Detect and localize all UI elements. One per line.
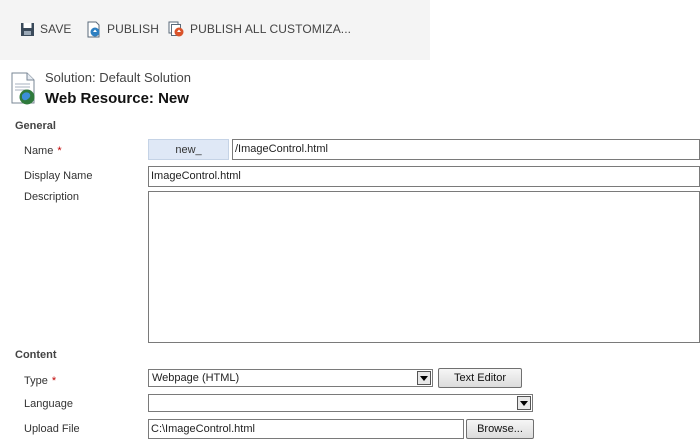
type-select[interactable]: Webpage (HTML) [148,369,433,387]
name-prefix: new_ [148,139,229,160]
save-button[interactable]: SAVE [20,18,72,40]
publish-all-button[interactable]: PUBLISH ALL CUSTOMIZA... [168,18,351,40]
language-select[interactable] [148,394,533,412]
browse-button[interactable]: Browse... [466,419,534,439]
publish-label: PUBLISH [107,22,160,36]
required-mark: * [51,375,57,387]
dropdown-arrow-icon[interactable] [417,371,431,385]
publish-all-label: PUBLISH ALL CUSTOMIZA... [190,22,352,36]
command-bar: SAVE PUBLISH PUBLISH ALL CUSTOMIZA... [0,0,430,60]
publish-all-icon [168,21,184,36]
web-resource-icon [11,72,35,105]
display-name-label: Display Name [24,170,93,182]
publish-button[interactable]: PUBLISH [86,18,159,40]
name-input[interactable]: /ImageControl.html [232,139,700,160]
type-label-text: Type [24,375,48,387]
display-name-input[interactable]: ImageControl.html [148,166,700,187]
upload-file-label: Upload File [24,423,80,435]
type-select-value: Webpage (HTML) [152,372,240,384]
section-content: Content [15,349,57,361]
description-textarea[interactable] [148,191,700,343]
page-title: Web Resource: New [45,90,189,107]
required-mark: * [57,145,62,157]
language-label: Language [24,398,73,410]
dropdown-arrow-icon[interactable] [517,396,531,410]
upload-file-input[interactable]: C:\ImageControl.html [148,419,464,439]
save-label: SAVE [40,22,72,36]
name-label-text: Name [24,145,54,157]
publish-icon [87,21,100,37]
section-general: General [15,120,56,132]
text-editor-button[interactable]: Text Editor [438,368,522,388]
name-label: Name * [24,145,62,157]
type-label: Type * [24,375,56,387]
solution-label: Solution: Default Solution [45,70,191,85]
description-label: Description [24,191,80,203]
save-icon [21,22,34,36]
